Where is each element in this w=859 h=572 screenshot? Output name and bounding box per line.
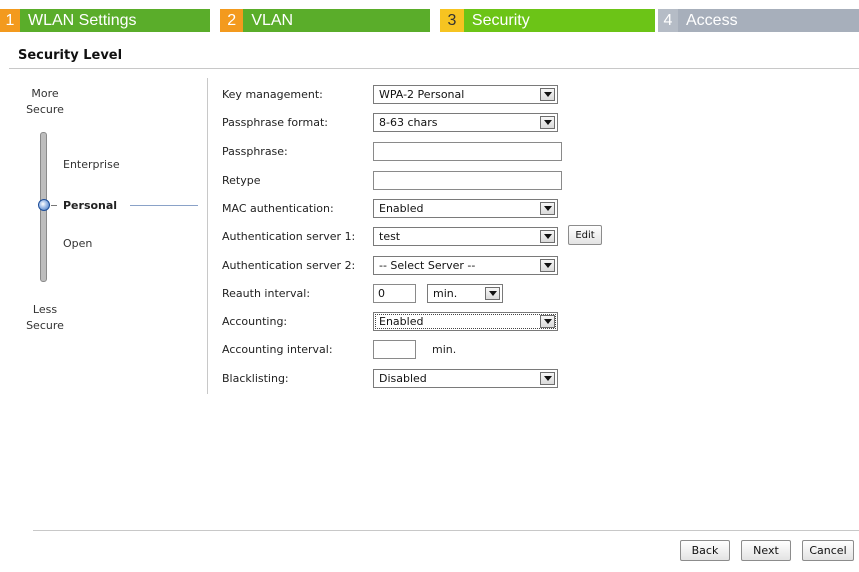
next-button[interactable]: Next xyxy=(741,540,791,561)
tab-vlan[interactable]: 2 VLAN xyxy=(220,9,430,32)
more-secure-text: More Secure xyxy=(26,87,64,116)
passphrase-format-value: 8-63 chars xyxy=(379,115,438,129)
auth-server-2-label: Authentication server 2: xyxy=(222,258,356,272)
auth-server-2-value: -- Select Server -- xyxy=(379,258,476,272)
accounting-value: Enabled xyxy=(379,314,424,328)
auth-server-1-select[interactable]: test xyxy=(373,226,558,246)
chevron-down-icon xyxy=(540,229,555,243)
reauth-unit-select[interactable]: min. xyxy=(427,283,503,303)
blacklisting-label: Blacklisting: xyxy=(222,371,289,385)
tab-number: 3 xyxy=(440,9,464,32)
auth-server-2-select[interactable]: -- Select Server -- xyxy=(373,255,558,275)
passphrase-label: Passphrase: xyxy=(222,144,288,158)
reauth-interval-label: Reauth interval: xyxy=(222,286,311,300)
chevron-down-icon xyxy=(540,258,555,272)
auth-server-1-label: Authentication server 1: xyxy=(222,229,356,243)
retype-input[interactable] xyxy=(373,170,562,190)
selected-level-line xyxy=(130,205,198,206)
reauth-interval-input[interactable] xyxy=(373,283,416,303)
passphrase-format-label: Passphrase format: xyxy=(222,115,328,129)
blacklisting-select[interactable]: Disabled xyxy=(373,368,558,388)
slider-knob[interactable] xyxy=(38,199,50,211)
key-management-value: WPA-2 Personal xyxy=(379,87,465,101)
vertical-divider xyxy=(207,78,208,394)
tab-label: Access xyxy=(678,9,859,32)
accounting-label: Accounting: xyxy=(222,314,288,328)
passphrase-format-select[interactable]: 8-63 chars xyxy=(373,112,558,132)
key-management-select[interactable]: WPA-2 Personal xyxy=(373,84,558,104)
footer-divider xyxy=(33,530,859,531)
level-open[interactable]: Open xyxy=(63,237,92,250)
passphrase-input[interactable] xyxy=(373,141,562,161)
tab-label: WLAN Settings xyxy=(20,9,210,32)
reauth-unit-value: min. xyxy=(433,286,458,300)
accounting-interval-unit: min. xyxy=(432,342,457,356)
chevron-down-icon xyxy=(540,201,555,215)
key-management-label: Key management: xyxy=(222,87,323,101)
mac-authentication-label: MAC authentication: xyxy=(222,201,334,215)
tab-security[interactable]: 3 Security xyxy=(440,9,655,32)
accounting-interval-input[interactable] xyxy=(373,339,416,359)
mac-authentication-value: Enabled xyxy=(379,201,424,215)
cancel-button[interactable]: Cancel xyxy=(802,540,854,561)
tab-label: Security xyxy=(463,9,655,32)
tab-label: VLAN xyxy=(243,9,430,32)
retype-label: Retype xyxy=(222,173,261,187)
less-secure-label: Less Secure xyxy=(20,302,70,334)
section-title: Security Level xyxy=(18,48,123,63)
chevron-down-icon xyxy=(485,286,500,300)
back-button[interactable]: Back xyxy=(680,540,730,561)
chevron-down-icon xyxy=(540,314,555,328)
chevron-down-icon xyxy=(540,87,555,101)
accounting-select[interactable]: Enabled xyxy=(373,311,558,331)
chevron-down-icon xyxy=(540,115,555,129)
edit-server-button[interactable]: Edit xyxy=(568,225,602,245)
accounting-interval-label: Accounting interval: xyxy=(222,342,333,356)
knob-pointer xyxy=(51,205,57,206)
level-personal[interactable]: Personal xyxy=(63,199,117,212)
level-enterprise[interactable]: Enterprise xyxy=(63,158,120,171)
tab-wlan-settings[interactable]: 1 WLAN Settings xyxy=(0,9,210,32)
blacklisting-value: Disabled xyxy=(379,371,427,385)
mac-authentication-select[interactable]: Enabled xyxy=(373,198,558,218)
tab-number: 4 xyxy=(658,9,678,32)
auth-server-1-value: test xyxy=(379,229,401,243)
less-secure-text: Less Secure xyxy=(26,303,64,332)
chevron-down-icon xyxy=(540,371,555,385)
more-secure-label: More Secure xyxy=(20,86,70,118)
divider xyxy=(9,68,859,69)
tab-number: 1 xyxy=(0,9,20,32)
wizard-steps: 1 WLAN Settings 2 VLAN 3 Security 4 Acce… xyxy=(0,9,859,32)
tab-number: 2 xyxy=(220,9,244,32)
tab-access[interactable]: 4 Access xyxy=(658,9,859,32)
